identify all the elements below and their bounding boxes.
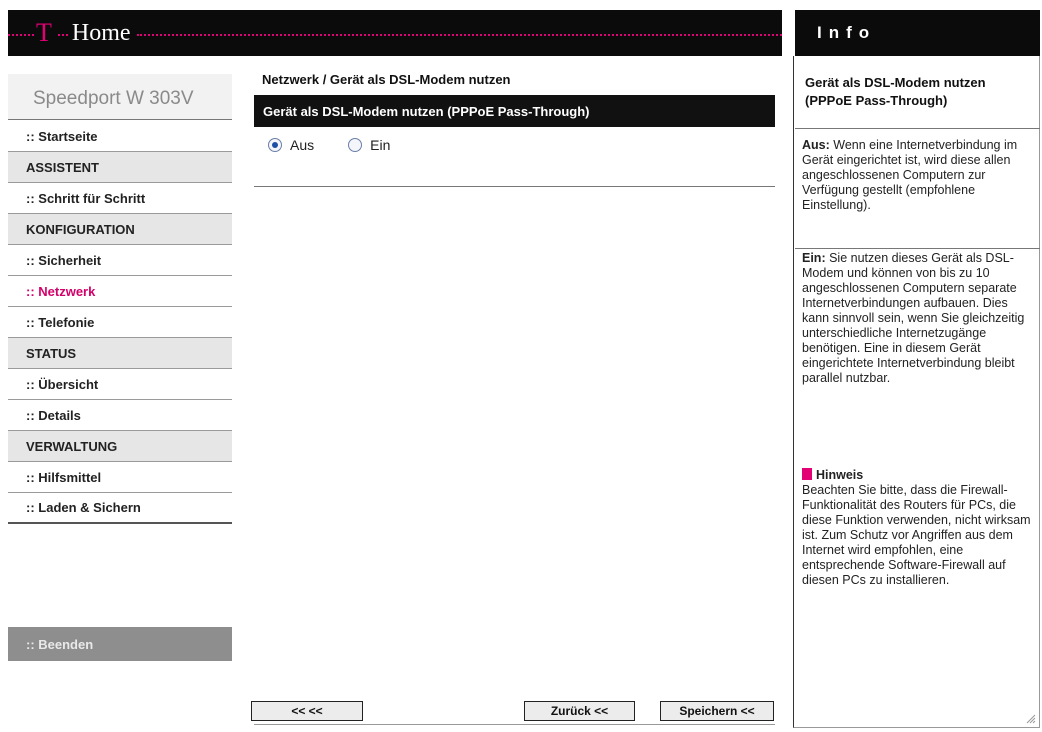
sidebar-item-übersicht[interactable]: :: Übersicht bbox=[8, 369, 232, 400]
telekom-logo: T bbox=[36, 18, 52, 47]
radio-ein-label[interactable]: Ein bbox=[370, 137, 390, 153]
info-aus-body: Wenn eine Internetverbindung im Gerät ei… bbox=[802, 138, 1018, 212]
sidebar-item-hilfsmittel[interactable]: :: Hilfsmittel bbox=[8, 462, 232, 493]
first-page-button[interactable]: << << bbox=[251, 701, 363, 721]
breadcrumb: Netzwerk / Gerät als DSL-Modem nutzen bbox=[262, 72, 511, 87]
sidebar-section-verwaltung: VERWALTUNG bbox=[8, 431, 232, 462]
sidebar-section-assistent: ASSISTENT bbox=[8, 152, 232, 183]
sidebar-item-telefonie[interactable]: :: Telefonie bbox=[8, 307, 232, 338]
divider bbox=[795, 128, 1040, 129]
info-hint: Hinweis Beachten Sie bitte, dass die Fir… bbox=[802, 468, 1036, 588]
sidebar-item-schritt-für-schritt[interactable]: :: Schritt für Schritt bbox=[8, 183, 232, 214]
radio-ein[interactable] bbox=[348, 138, 363, 152]
product-name: Speedport W 303V bbox=[8, 74, 232, 120]
sidebar-section-konfiguration: KONFIGURATION bbox=[8, 214, 232, 245]
info-aus-text: Aus: Wenn eine Internetverbindung im Ger… bbox=[802, 138, 1036, 213]
resize-grip-icon[interactable] bbox=[1024, 712, 1036, 724]
info-header: Info bbox=[795, 10, 1040, 56]
save-button[interactable]: Speichern << bbox=[660, 701, 774, 721]
sidebar-section-status: STATUS bbox=[8, 338, 232, 369]
info-ein-body: Sie nutzen dieses Gerät als DSL-Modem un… bbox=[802, 251, 1025, 385]
header-dotted-line bbox=[57, 34, 68, 36]
info-hint-body: Beachten Sie bitte, dass die Firewall-Fu… bbox=[802, 483, 1031, 587]
logout-button[interactable]: :: Beenden bbox=[8, 627, 232, 661]
info-hint-label: Hinweis bbox=[816, 468, 864, 482]
info-ein-label: Ein: bbox=[802, 251, 826, 265]
divider bbox=[254, 724, 775, 725]
home-title: Home bbox=[71, 19, 131, 46]
sidebar-nav: :: Startseite ASSISTENT:: Schritt für Sch… bbox=[8, 121, 232, 524]
radio-aus[interactable] bbox=[268, 138, 282, 152]
radio-aus-label[interactable]: Aus bbox=[290, 137, 314, 153]
sidebar-item-netzwerk[interactable]: :: Netzwerk bbox=[8, 276, 232, 307]
header-bar: T Home bbox=[8, 10, 782, 56]
divider bbox=[795, 248, 1040, 249]
sidebar-item-details[interactable]: :: Details bbox=[8, 400, 232, 431]
warning-icon bbox=[802, 468, 812, 480]
section-title: Gerät als DSL-Modem nutzen (PPPoE Pass-T… bbox=[254, 95, 775, 127]
sidebar-item-sicherheit[interactable]: :: Sicherheit bbox=[8, 245, 232, 276]
pppoe-passthrough-radio-group: Aus Ein bbox=[268, 137, 424, 153]
header-dotted-line bbox=[8, 34, 34, 36]
sidebar-item-startseite[interactable]: :: Startseite bbox=[8, 121, 232, 152]
back-button[interactable]: Zurück << bbox=[524, 701, 635, 721]
divider bbox=[254, 186, 775, 187]
info-title: Gerät als DSL-Modem nutzen (PPPoE Pass-T… bbox=[805, 75, 986, 108]
info-ein-text: Ein: Sie nutzen dieses Gerät als DSL-Mod… bbox=[802, 251, 1036, 386]
info-aus-label: Aus: bbox=[802, 138, 830, 152]
sidebar-item-laden-sichern[interactable]: :: Laden & Sichern bbox=[8, 493, 232, 524]
header-dotted-line bbox=[136, 34, 782, 36]
